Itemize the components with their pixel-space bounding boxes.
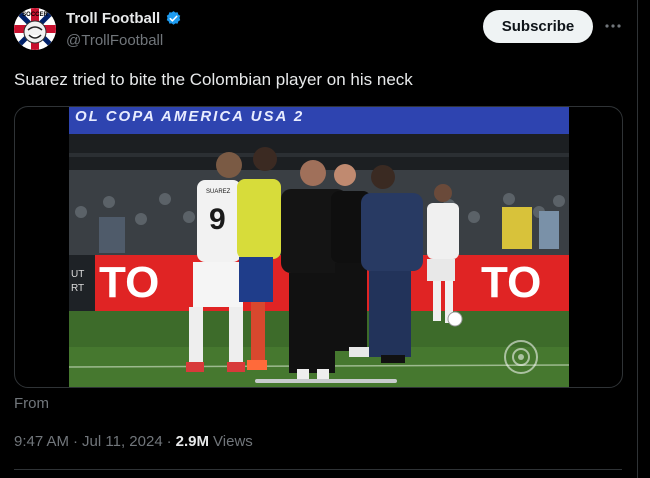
video-player[interactable]: OL COPA AMERICA USA 2 UT RT TO TO 9 SUAR… [14,106,623,388]
tweet-meta: 9:47 AM · Jul 11, 2024 · 2.9M Views [14,433,253,450]
banner-text: OL COPA AMERICA USA 2 [75,108,304,125]
avatar-label: SOCCER [22,12,48,18]
video-progress-scrubber[interactable] [255,379,397,383]
jersey-name: SUAREZ [206,189,231,195]
author-name-row: Troll Football [66,10,182,27]
meta-separator: · [166,433,172,450]
ad-board-text-2: TO [481,258,541,307]
meta-separator: · [73,433,79,450]
views-count: 2.9M [175,433,210,450]
views-label: Views [213,433,253,450]
tweet-time[interactable]: 9:47 AM [14,433,69,450]
ad-board-text-1: TO [99,258,159,307]
ad-board-side-text-2: RT [71,283,84,294]
avatar[interactable]: SOCCER [14,8,56,50]
tweet-date[interactable]: Jul 11, 2024 [82,433,163,450]
divider [14,469,622,470]
tweet-text: Suarez tried to bite the Colombian playe… [14,70,413,89]
column-divider [637,0,638,478]
ad-board-side-text-1: UT [71,269,84,280]
more-horizontal-icon[interactable] [603,16,623,36]
verified-badge-icon [165,10,182,27]
author-display-name[interactable]: Troll Football [66,10,160,27]
video-frame[interactable]: OL COPA AMERICA USA 2 UT RT TO TO 9 SUAR… [69,107,569,387]
from-label: From [14,395,49,412]
jersey-number: 9 [209,203,226,236]
author-handle[interactable]: @TrollFootball [66,32,163,49]
subscribe-button[interactable]: Subscribe [483,10,593,43]
